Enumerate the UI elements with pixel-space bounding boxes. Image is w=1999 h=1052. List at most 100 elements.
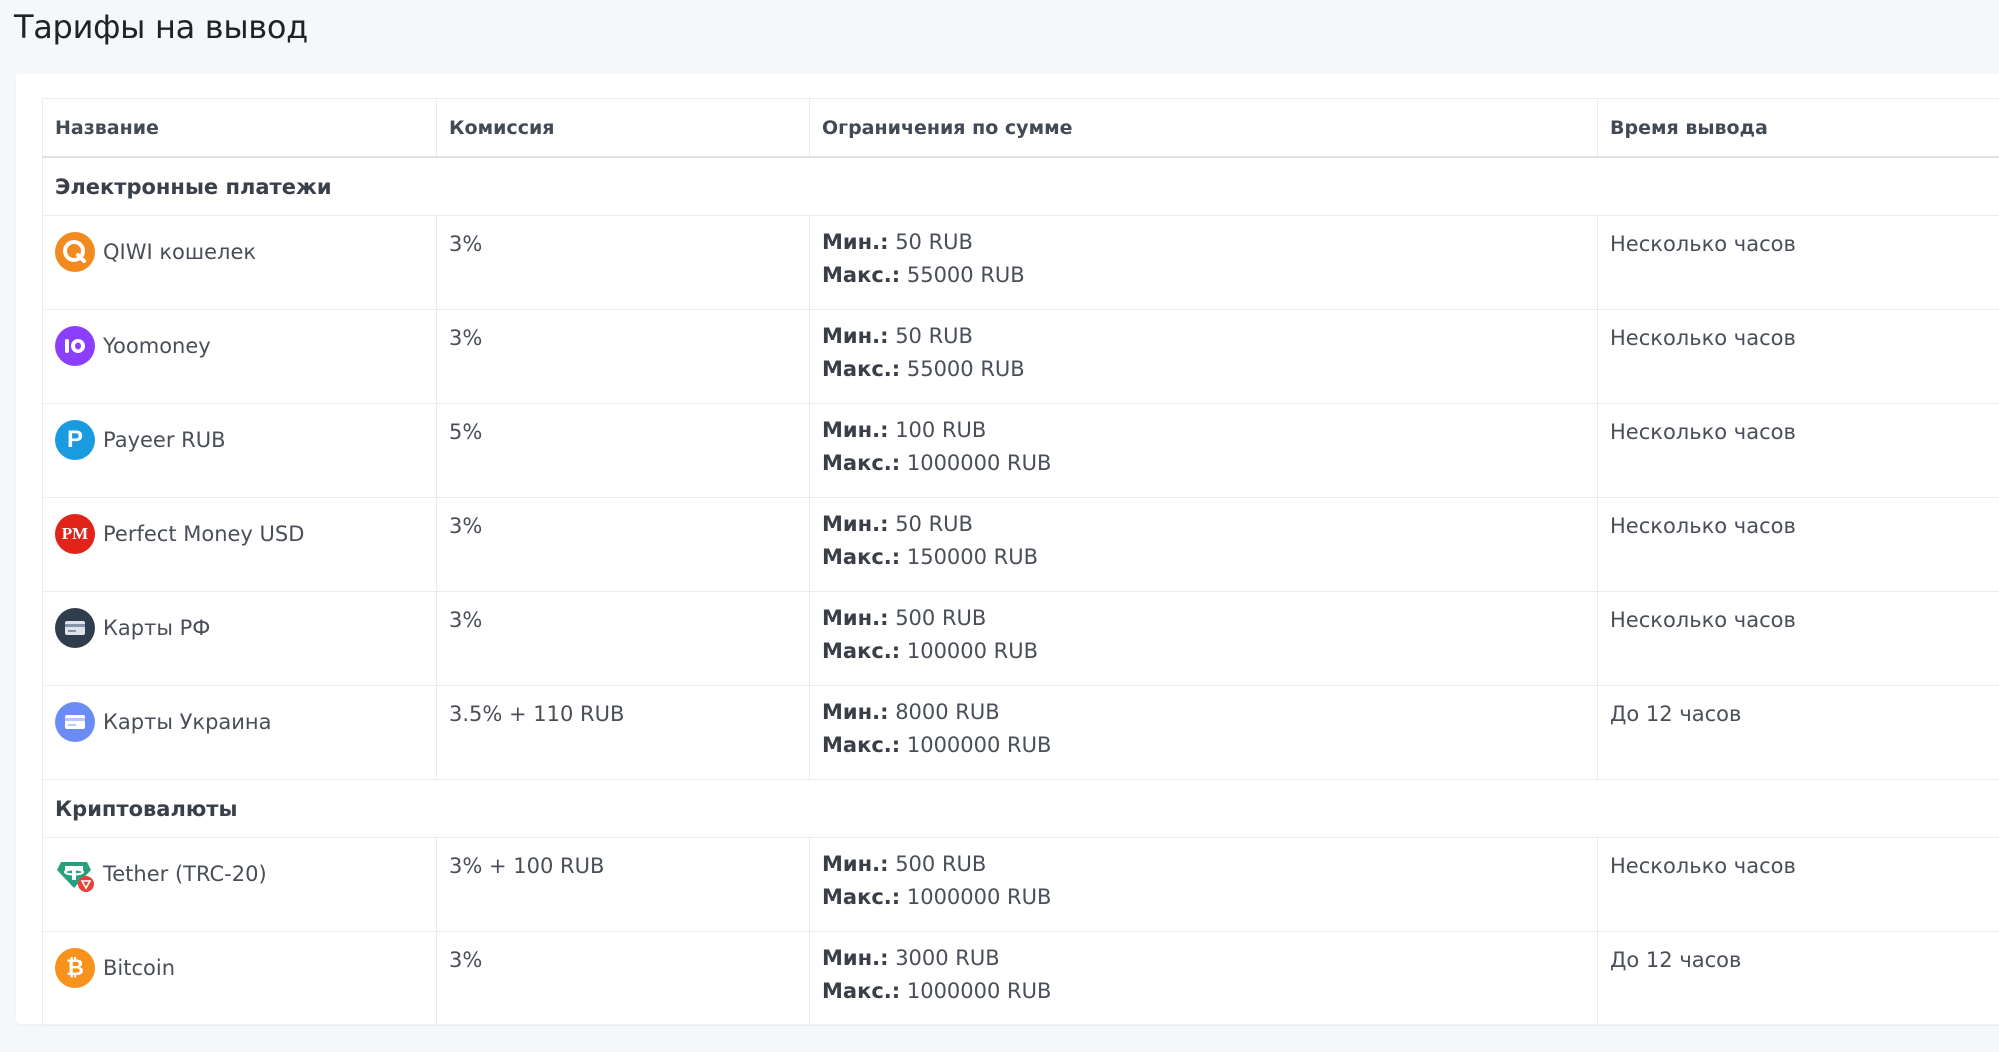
max-label: Макс.:: [822, 733, 901, 757]
method-name-wrap: Tether (TRC-20): [55, 852, 424, 894]
time-cell: Несколько часов: [1597, 309, 1999, 404]
min-label: Мин.:: [822, 606, 889, 630]
table-row[interactable]: PM Perfect Money USD 3% Мин.: 50 RUB Макс.: …: [42, 497, 1999, 592]
max-label: Макс.:: [822, 357, 901, 381]
time-cell: До 12 часов: [1597, 931, 1999, 1026]
table-row[interactable]: Карты Украина 3.5% + 110 RUB Мин.: 8000 RU…: [42, 685, 1999, 780]
method-cell: Карты Украина: [42, 685, 437, 780]
method-cell: Yoomoney: [42, 309, 437, 404]
method-name-wrap: P Payeer RUB: [55, 418, 424, 460]
method-name: Yoomoney: [103, 334, 211, 358]
header-name[interactable]: Название: [42, 98, 437, 158]
min-value: 100 RUB: [895, 418, 987, 442]
card-ua-icon: [55, 702, 95, 742]
fee-cell: 3%: [436, 591, 810, 686]
fee-cell: 3% + 100 RUB: [436, 837, 810, 932]
min-limit: Мин.: 50 RUB: [822, 508, 1585, 541]
method-name-wrap: Yoomoney: [55, 324, 424, 366]
time-cell: Несколько часов: [1597, 403, 1999, 498]
min-limit: Мин.: 500 RUB: [822, 602, 1585, 635]
bitcoin-icon: ₿: [55, 948, 95, 988]
method-name-wrap: ₿ Bitcoin: [55, 946, 424, 988]
tariffs-table: Название Комиссия Ограничения по сумме В…: [42, 98, 1999, 1026]
fee-cell: 3%: [436, 497, 810, 592]
min-label: Мин.:: [822, 852, 889, 876]
time-cell: Несколько часов: [1597, 497, 1999, 592]
perfect-money-icon: PM: [55, 514, 95, 554]
group-title: Электронные платежи: [42, 156, 1999, 216]
table-row[interactable]: Yoomoney 3% Мин.: 50 RUB Макс.: 55000 RUB Не…: [42, 309, 1999, 404]
limits-cell: Мин.: 500 RUB Макс.: 1000000 RUB: [809, 837, 1598, 932]
min-value: 500 RUB: [895, 852, 987, 876]
min-limit: Мин.: 3000 RUB: [822, 942, 1585, 975]
limits-cell: Мин.: 50 RUB Макс.: 55000 RUB: [809, 215, 1598, 310]
min-label: Мин.:: [822, 946, 889, 970]
group-title: Криптовалюты: [42, 779, 1999, 838]
fee-cell: 3%: [436, 215, 810, 310]
min-label: Мин.:: [822, 700, 889, 724]
min-value: 50 RUB: [895, 512, 973, 536]
min-value: 500 RUB: [895, 606, 987, 630]
max-limit: Макс.: 55000 RUB: [822, 259, 1585, 292]
min-limit: Мин.: 50 RUB: [822, 320, 1585, 353]
max-label: Макс.:: [822, 639, 901, 663]
max-limit: Макс.: 100000 RUB: [822, 635, 1585, 668]
table-row[interactable]: Tether (TRC-20) 3% + 100 RUB Мин.: 500 RUB…: [42, 837, 1999, 932]
table-row[interactable]: P Payeer RUB 5% Мин.: 100 RUB Макс.: 1000000…: [42, 403, 1999, 498]
limits-cell: Мин.: 50 RUB Макс.: 150000 RUB: [809, 497, 1598, 592]
max-value: 55000 RUB: [906, 357, 1025, 381]
table-row[interactable]: Карты РФ 3% Мин.: 500 RUB Макс.: 100000 RUB…: [42, 591, 1999, 686]
time-cell: Несколько часов: [1597, 591, 1999, 686]
max-label: Макс.:: [822, 545, 901, 569]
max-value: 1000000 RUB: [906, 451, 1052, 475]
min-value: 50 RUB: [895, 230, 973, 254]
max-limit: Макс.: 1000000 RUB: [822, 881, 1585, 914]
header-time[interactable]: Время вывода: [1597, 98, 1999, 158]
fee-cell: 5%: [436, 403, 810, 498]
min-label: Мин.:: [822, 418, 889, 442]
min-limit: Мин.: 100 RUB: [822, 414, 1585, 447]
payeer-icon: P: [55, 420, 95, 460]
fee-cell: 3.5% + 110 RUB: [436, 685, 810, 780]
header-fee[interactable]: Комиссия: [436, 98, 810, 158]
max-value: 1000000 RUB: [906, 885, 1052, 909]
table-row[interactable]: QIWI кошелек 3% Мин.: 50 RUB Макс.: 55000 R…: [42, 215, 1999, 310]
max-value: 1000000 RUB: [906, 979, 1052, 1003]
method-cell: Tether (TRC-20): [42, 837, 437, 932]
method-cell: Карты РФ: [42, 591, 437, 686]
min-label: Мин.:: [822, 512, 889, 536]
method-name: Payeer RUB: [103, 428, 226, 452]
limits-cell: Мин.: 100 RUB Макс.: 1000000 RUB: [809, 403, 1598, 498]
time-cell: Несколько часов: [1597, 837, 1999, 932]
qiwi-icon: [55, 232, 95, 272]
tariffs-card: Название Комиссия Ограничения по сумме В…: [16, 74, 1999, 1026]
method-name: Bitcoin: [103, 956, 176, 980]
time-cell: До 12 часов: [1597, 685, 1999, 780]
max-value: 150000 RUB: [906, 545, 1039, 569]
max-limit: Макс.: 55000 RUB: [822, 353, 1585, 386]
tether-icon: [55, 854, 95, 894]
header-limits[interactable]: Ограничения по сумме: [809, 98, 1598, 158]
min-value: 8000 RUB: [895, 700, 1000, 724]
table-row[interactable]: ₿ Bitcoin 3% Мин.: 3000 RUB Макс.: 1000000 R…: [42, 931, 1999, 1026]
method-name: Карты РФ: [103, 616, 211, 640]
card-rf-icon: [55, 608, 95, 648]
method-name: Tether (TRC-20): [103, 862, 267, 886]
fee-cell: 3%: [436, 931, 810, 1026]
method-cell: ₿ Bitcoin: [42, 931, 437, 1026]
limits-cell: Мин.: 50 RUB Макс.: 55000 RUB: [809, 309, 1598, 404]
min-label: Мин.:: [822, 324, 889, 348]
method-name: Карты Украина: [103, 710, 272, 734]
time-cell: Несколько часов: [1597, 215, 1999, 310]
max-limit: Макс.: 1000000 RUB: [822, 729, 1585, 762]
min-limit: Мин.: 50 RUB: [822, 226, 1585, 259]
group-row: Электронные платежи: [42, 156, 1999, 216]
max-label: Макс.:: [822, 263, 901, 287]
method-name-wrap: Карты РФ: [55, 606, 424, 648]
max-label: Макс.:: [822, 451, 901, 475]
limits-cell: Мин.: 3000 RUB Макс.: 1000000 RUB: [809, 931, 1598, 1026]
max-limit: Макс.: 1000000 RUB: [822, 447, 1585, 480]
method-cell: PM Perfect Money USD: [42, 497, 437, 592]
min-limit: Мин.: 8000 RUB: [822, 696, 1585, 729]
min-limit: Мин.: 500 RUB: [822, 848, 1585, 881]
